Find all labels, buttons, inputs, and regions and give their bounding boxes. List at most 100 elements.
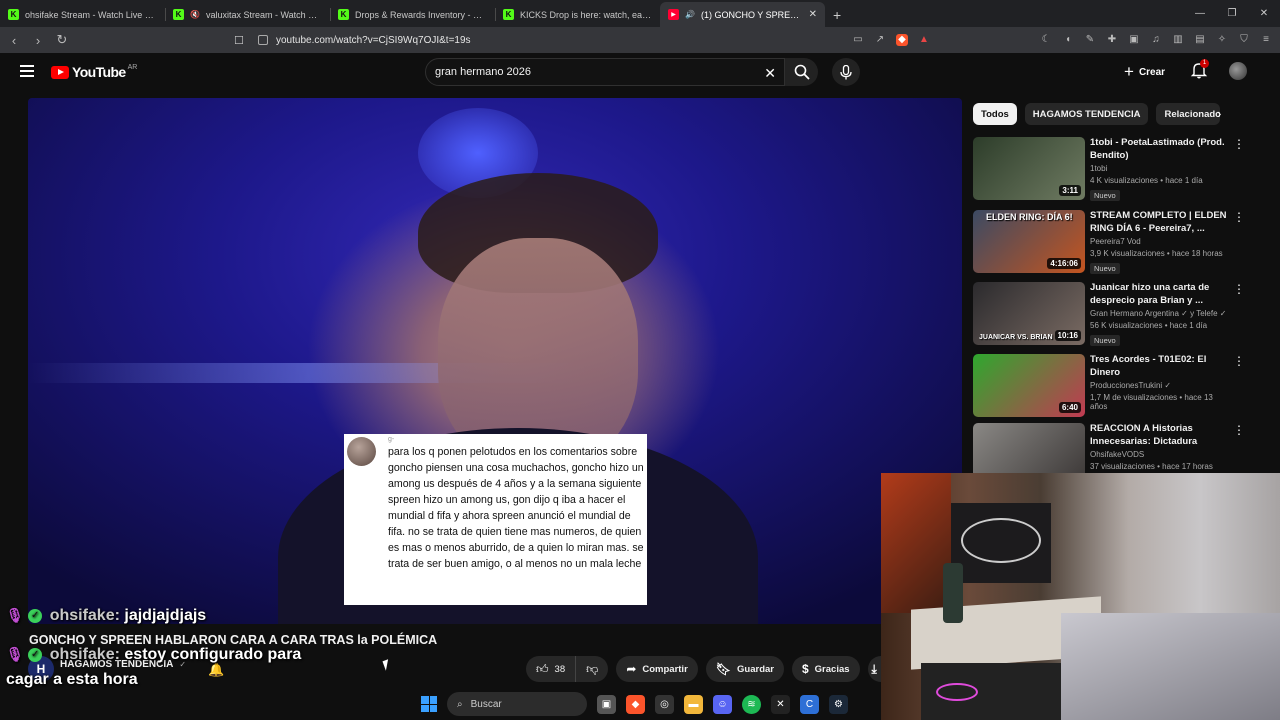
chip-all[interactable]: Todos — [973, 103, 1017, 125]
dislike-button[interactable]: 👎︎ — [576, 656, 608, 682]
more-options-icon[interactable]: ⋮ — [1233, 423, 1245, 437]
share-button[interactable]: ➦ Compartir — [616, 656, 698, 682]
recommendation-title[interactable]: Juanicar hizo una carta de desprecio par… — [1090, 281, 1230, 307]
forward-icon[interactable]: › — [28, 33, 48, 48]
recommendation-item[interactable]: 6:40 Tres Acordes - T01E02: El Dinero Pr… — [973, 354, 1253, 418]
recommendation-item[interactable]: REACCION A Historias Innecesarias: Dicta… — [973, 423, 1253, 473]
recommendation-channel[interactable]: Peereira7 Vod — [1090, 237, 1230, 246]
extension-icon[interactable]: ✎ — [1084, 34, 1096, 46]
recommendation-views: 37 visualizaciones • hace 17 horas — [1090, 462, 1213, 471]
tab-title: (1) GONCHO Y SPREEN HABLARON — [700, 9, 803, 20]
bookmark-icon[interactable]: ☐ — [234, 34, 250, 47]
url-text[interactable]: youtube.com/watch?v=CjSI9Wq7OJI&t=19s — [276, 35, 471, 46]
vpn-icon[interactable]: ⛉ — [1238, 34, 1250, 46]
extension-icon[interactable]: ☾ — [1040, 34, 1052, 46]
leo-icon[interactable]: ✧ — [1216, 34, 1228, 46]
video-thumbnail[interactable] — [973, 423, 1085, 473]
share-icon[interactable]: ↗ — [874, 34, 886, 46]
recommendation-title[interactable]: REACCION A Historias Innecesarias: Dicta… — [1090, 423, 1230, 448]
new-tab-button[interactable]: + — [825, 2, 849, 27]
recommendation-channel[interactable]: ProduccionesTrukini ✓ — [1090, 381, 1230, 390]
taskbar-search[interactable]: ⌕ Buscar — [447, 692, 587, 716]
search-input[interactable]: gran hermano 2026 ✕ — [425, 58, 785, 86]
minimize-icon[interactable]: — — [1184, 0, 1216, 27]
more-options-icon[interactable]: ⋮ — [1233, 354, 1245, 368]
steam-icon[interactable]: ⚙ — [829, 694, 848, 714]
recommendation-item[interactable]: 3:11 1tobi - PoetaLastimado (Prod. Bendi… — [973, 137, 1253, 201]
reload-icon[interactable]: ↻ — [52, 32, 72, 48]
chevron-right-icon[interactable]: › — [1217, 106, 1221, 121]
video-thumbnail[interactable]: 6:40 — [973, 354, 1085, 417]
voice-search-button[interactable] — [832, 58, 860, 86]
brave-rewards-icon[interactable]: ▲ — [918, 34, 930, 46]
search-button[interactable] — [785, 58, 818, 86]
site-info-icon[interactable] — [258, 35, 268, 45]
video-thumbnail[interactable]: ELDEN RING: DÍA 6! 4:16:06 — [973, 210, 1085, 273]
spotify-icon[interactable]: ≋ — [742, 694, 761, 714]
thanks-button[interactable]: $ Gracias — [791, 656, 860, 682]
recommendation-title[interactable]: Tres Acordes - T01E02: El Dinero — [1090, 353, 1230, 379]
more-options-icon[interactable]: ⋮ — [1233, 282, 1245, 296]
extensions-puzzle-icon[interactable]: ✚ — [1106, 34, 1118, 46]
cast-icon[interactable]: ▭ — [852, 34, 864, 46]
create-button[interactable]: + Crear — [1124, 61, 1165, 83]
thumbs-down-icon: 👎︎ — [586, 661, 599, 676]
browser-tab[interactable]: K ohsifake Stream - Watch Live on Kick — [0, 2, 165, 27]
recommendation-title[interactable]: 1tobi - PoetaLastimado (Prod. Bendito) — [1090, 136, 1230, 162]
chip-related[interactable]: Relacionados — [1156, 103, 1221, 125]
plus-icon: + — [1124, 62, 1134, 81]
logo-text: YouTube — [72, 64, 126, 80]
menu-icon[interactable]: ≡ — [1260, 34, 1272, 46]
brave-browser-icon[interactable]: ◆ — [626, 694, 645, 714]
like-button[interactable]: 👍︎ 38 — [526, 656, 577, 682]
muted-speaker-icon[interactable]: 🔇 — [190, 10, 200, 19]
wallet-icon[interactable]: ▤ — [1194, 34, 1206, 46]
address-bar[interactable]: youtube.com/watch?v=CjSI9Wq7OJI&t=19s — [258, 35, 471, 46]
recommendation-channel[interactable]: Gran Hermano Argentina ✓ y Telefe ✓ — [1090, 309, 1230, 318]
clear-search-icon[interactable]: ✕ — [764, 65, 776, 82]
video-thumbnail[interactable]: JUANICAR VS. BRIAN 10:16 — [973, 282, 1085, 345]
recommendation-item[interactable]: ELDEN RING: DÍA 6! 4:16:06 STREAM COMPLE… — [973, 210, 1253, 274]
speaker-icon[interactable]: 🔊 — [685, 10, 695, 19]
comment-overlay: g- para los q ponen pelotudos en los com… — [344, 434, 647, 605]
translate-icon[interactable]: ◖ — [1062, 34, 1074, 46]
chip-channel[interactable]: HAGAMOS TENDENCIA — [1024, 103, 1149, 125]
channel-name-2[interactable]: y Telefe — [1190, 309, 1217, 318]
channel-name-1[interactable]: Gran Hermano Argentina — [1090, 309, 1179, 318]
windows-start-icon[interactable] — [421, 696, 437, 712]
media-icon[interactable]: ♫ — [1150, 34, 1162, 46]
back-icon[interactable]: ‹ — [4, 33, 24, 48]
close-window-icon[interactable]: ✕ — [1248, 0, 1280, 27]
task-view-icon[interactable]: ▣ — [597, 694, 616, 714]
extension-icon[interactable]: ▣ — [1128, 34, 1140, 46]
browser-tab[interactable]: K Drops & Rewards Inventory - Kick Strea… — [330, 2, 495, 27]
tab-title: KICKS Drop is here: watch, earn entries — [520, 9, 652, 20]
close-tab-icon[interactable]: ✕ — [809, 9, 817, 20]
brave-shields-icon[interactable]: ◆ — [896, 34, 908, 46]
channel-name[interactable]: ProduccionesTrukini — [1090, 381, 1162, 390]
account-avatar[interactable] — [1229, 62, 1247, 80]
webcam-mouse — [936, 683, 978, 701]
video-thumbnail[interactable]: 3:11 — [973, 137, 1085, 200]
more-options-icon[interactable]: ⋮ — [1233, 137, 1245, 151]
capcut-icon[interactable]: ✕ — [771, 694, 790, 714]
youtube-logo[interactable]: YouTube AR — [51, 64, 137, 80]
more-options-icon[interactable]: ⋮ — [1233, 210, 1245, 224]
recommendation-item[interactable]: JUANICAR VS. BRIAN 10:16 Juanicar hizo u… — [973, 282, 1253, 346]
discord-icon[interactable]: ☺ — [713, 694, 732, 714]
duration-badge: 10:16 — [1054, 330, 1081, 341]
browser-tab-active[interactable]: ▶ 🔊 (1) GONCHO Y SPREEN HABLARON ✕ — [660, 2, 825, 27]
recommendation-title[interactable]: STREAM COMPLETO | ELDEN RING DÍA 6 - Pee… — [1090, 209, 1230, 235]
notifications-button[interactable]: 1 — [1190, 59, 1209, 81]
browser-tab[interactable]: K KICKS Drop is here: watch, earn entrie… — [495, 2, 660, 27]
browser-tab[interactable]: K 🔇 valuxitax Stream - Watch Live on Kic… — [165, 2, 330, 27]
app-c-icon[interactable]: C — [800, 694, 819, 714]
file-explorer-icon[interactable]: ▬ — [684, 694, 703, 714]
save-button[interactable]: 🔖︎ Guardar — [705, 656, 784, 682]
recommendation-channel[interactable]: OhsifakeVODS — [1090, 450, 1230, 459]
recommendation-channel[interactable]: 1tobi — [1090, 164, 1230, 173]
sidebar-icon[interactable]: ▥ — [1172, 34, 1184, 46]
hamburger-menu-icon[interactable] — [20, 65, 34, 77]
maximize-icon[interactable]: ❐ — [1216, 0, 1248, 27]
chrome-icon[interactable]: ◎ — [655, 694, 674, 714]
